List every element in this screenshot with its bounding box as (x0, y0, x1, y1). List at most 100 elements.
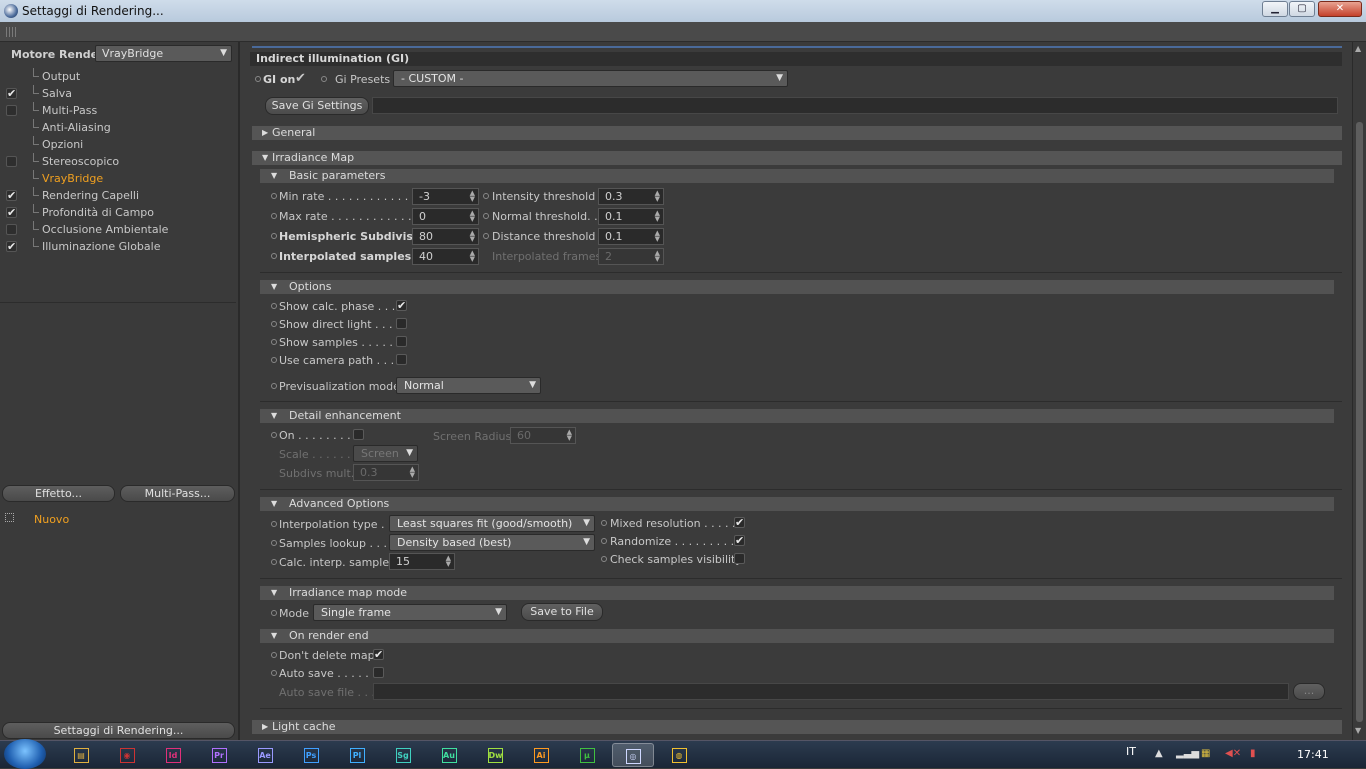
effect-button[interactable]: Effetto... (2, 485, 115, 502)
sidebar-item-checkbox[interactable]: ✔ (6, 88, 17, 99)
taskbar-illustrator-button[interactable]: Ai (520, 743, 562, 767)
vertical-scrollbar[interactable]: ▲ ▼ (1352, 42, 1366, 740)
randomize-checkbox[interactable]: ✔ (734, 535, 745, 546)
interpolation-type-dropdown[interactable]: Least squares fit (good/smooth) ▼ (389, 515, 595, 532)
sidebar-item-1[interactable]: ✔ Salva (0, 85, 236, 102)
spinner-icon[interactable]: ▲ ▼ (446, 555, 451, 568)
scroll-thumb[interactable] (1356, 122, 1363, 722)
previsualization-mode-dropdown[interactable]: Normal ▼ (396, 377, 541, 394)
grip-handle-icon[interactable] (6, 27, 16, 37)
mixed-resolution-checkbox[interactable]: ✔ (734, 517, 745, 528)
show-direct-light-checkbox[interactable] (396, 318, 407, 329)
sidebar-item-0[interactable]: Output (0, 68, 236, 85)
auto-save-checkbox[interactable] (373, 667, 384, 678)
taskbar-cinema4d-button[interactable]: ◎ (612, 743, 654, 767)
taskbar-premiere-button[interactable]: Pr (198, 743, 240, 767)
on-render-end-header[interactable]: ▼ On render end (260, 629, 1334, 643)
scroll-down-icon[interactable]: ▼ (1355, 726, 1361, 735)
render-engine-dropdown[interactable]: VrayBridge ▼ (95, 45, 232, 62)
taskbar-indesign-button[interactable]: Id (152, 743, 194, 767)
clock[interactable]: 17:41 (1297, 748, 1329, 761)
hemispheric-subdivision-input[interactable]: 80 ▲ ▼ (412, 228, 479, 245)
show-hidden-icons-icon[interactable]: ▲ (1155, 748, 1163, 759)
taskbar-after-effects-button[interactable]: Ae (244, 743, 286, 767)
options-header[interactable]: ▼ Options (260, 280, 1334, 294)
auto-save-file-field[interactable] (373, 683, 1289, 700)
advanced-options-header[interactable]: ▼ Advanced Options (260, 497, 1334, 511)
sidebar-item-5[interactable]: Stereoscopico (0, 153, 236, 170)
gi-settings-path-field[interactable] (372, 97, 1338, 114)
min-rate-input[interactable]: -3 ▲ ▼ (412, 188, 479, 205)
detail-enhancement-header[interactable]: ▼ Detail enhancement (260, 409, 1334, 423)
check-samples-visibility-checkbox[interactable] (734, 553, 745, 564)
spinner-icon[interactable]: ▲ ▼ (470, 190, 475, 203)
detail-on-checkbox[interactable] (353, 429, 364, 440)
language-indicator[interactable]: IT (1126, 745, 1136, 758)
taskbar-speedgrade-button[interactable]: Sg (382, 743, 424, 767)
taskbar-chrome-button[interactable]: ◍ (658, 743, 700, 767)
spinner-icon[interactable]: ▲ ▼ (470, 250, 475, 263)
sidebar-item-checkbox[interactable] (6, 105, 17, 116)
gi-presets-dropdown[interactable]: - CUSTOM - ▼ (393, 70, 788, 87)
sidebar-item-checkbox[interactable]: ✔ (6, 241, 17, 252)
spinner-icon[interactable]: ▲ ▼ (655, 230, 660, 243)
distance-threshold-input[interactable]: 0.1 ▲ ▼ (598, 228, 664, 245)
close-button[interactable]: ✕ (1318, 1, 1362, 17)
volume-muted-icon[interactable]: ◀✕ (1225, 748, 1241, 759)
sidebar-item-8[interactable]: ✔ Profondità di Campo (0, 204, 236, 221)
irradiance-map-mode-header[interactable]: ▼ Irradiance map mode (260, 586, 1334, 600)
taskbar-camera-raw-button[interactable]: ◉ (106, 743, 148, 767)
sidebar-item-checkbox[interactable]: ✔ (6, 207, 17, 218)
maximize-button[interactable]: ▢ (1289, 1, 1315, 17)
basic-params-header[interactable]: ▼ Basic parameters (260, 169, 1334, 183)
sidebar-item-2[interactable]: Multi-Pass (0, 102, 236, 119)
max-rate-input[interactable]: 0 ▲ ▼ (412, 208, 479, 225)
taskbar-prelude-button[interactable]: Pl (336, 743, 378, 767)
general-section-header[interactable]: ▶ General (252, 126, 1342, 140)
spinner-icon[interactable]: ▲ ▼ (655, 190, 660, 203)
save-to-file-button[interactable]: Save to File (521, 603, 603, 621)
spinner-icon[interactable]: ▲ ▼ (470, 230, 475, 243)
sidebar-item-10[interactable]: ✔ Illuminazione Globale (0, 238, 236, 255)
calc-interp-samples-input[interactable]: 15 ▲ ▼ (389, 553, 455, 570)
tray-app-icon[interactable]: ▦ (1201, 748, 1210, 759)
intensity-threshold-input[interactable]: 0.3 ▲ ▼ (598, 188, 664, 205)
samples-lookup-dropdown[interactable]: Density based (best) ▼ (389, 534, 595, 551)
normal-threshold-input[interactable]: 0.1 ▲ ▼ (598, 208, 664, 225)
spinner-icon[interactable]: ▲ ▼ (655, 210, 660, 223)
multipass-button[interactable]: Multi-Pass... (120, 485, 235, 502)
sidebar-item-checkbox[interactable] (6, 224, 17, 235)
network-icon[interactable]: ▂▃▅ (1176, 748, 1199, 759)
light-cache-section-header[interactable]: ▶ Light cache (252, 720, 1342, 734)
taskbar-explorer-button[interactable]: ▤ (60, 743, 102, 767)
taskbar-dreamweaver-button[interactable]: Dw (474, 743, 516, 767)
render-settings-button[interactable]: Settaggi di Rendering... (2, 722, 235, 739)
save-gi-settings-button[interactable]: Save Gi Settings (265, 97, 369, 115)
interpolated-samples-input[interactable]: 40 ▲ ▼ (412, 248, 479, 265)
sidebar-item-7[interactable]: ✔ Rendering Capelli (0, 187, 236, 204)
power-icon[interactable]: ▮ (1250, 748, 1256, 759)
sidebar-item-6[interactable]: VrayBridge (0, 170, 236, 187)
scroll-up-icon[interactable]: ▲ (1355, 44, 1361, 53)
sidebar-item-checkbox[interactable]: ✔ (6, 190, 17, 201)
taskbar-photoshop-button[interactable]: Ps (290, 743, 332, 767)
gi-on-checkbox[interactable]: ✔ (295, 71, 306, 86)
sidebar-item-checkbox[interactable] (6, 156, 17, 167)
spinner-icon[interactable]: ▲ ▼ (470, 210, 475, 223)
browse-button[interactable]: ... (1293, 683, 1325, 700)
sidebar-item-9[interactable]: Occlusione Ambientale (0, 221, 236, 238)
show-samples-checkbox[interactable] (396, 336, 407, 347)
irradiance-section-header[interactable]: ▼ Irradiance Map (252, 151, 1342, 165)
sidebar-item-4[interactable]: Opzioni (0, 136, 236, 153)
sidebar-item-3[interactable]: Anti-Aliasing (0, 119, 236, 136)
taskbar-utorrent-button[interactable]: µ (566, 743, 608, 767)
chevron-down-icon: ▼ (406, 448, 413, 458)
taskbar-audition-button[interactable]: Au (428, 743, 470, 767)
preset-new-item[interactable]: Nuovo (34, 513, 69, 526)
show-calc-phase-checkbox[interactable]: ✔ (396, 300, 407, 311)
dont-delete-map-checkbox[interactable]: ✔ (373, 649, 384, 660)
use-camera-path-checkbox[interactable] (396, 354, 407, 365)
minimize-button[interactable]: ▁ (1262, 1, 1288, 17)
mode-dropdown[interactable]: Single frame ▼ (313, 604, 507, 621)
start-button[interactable] (4, 739, 46, 769)
